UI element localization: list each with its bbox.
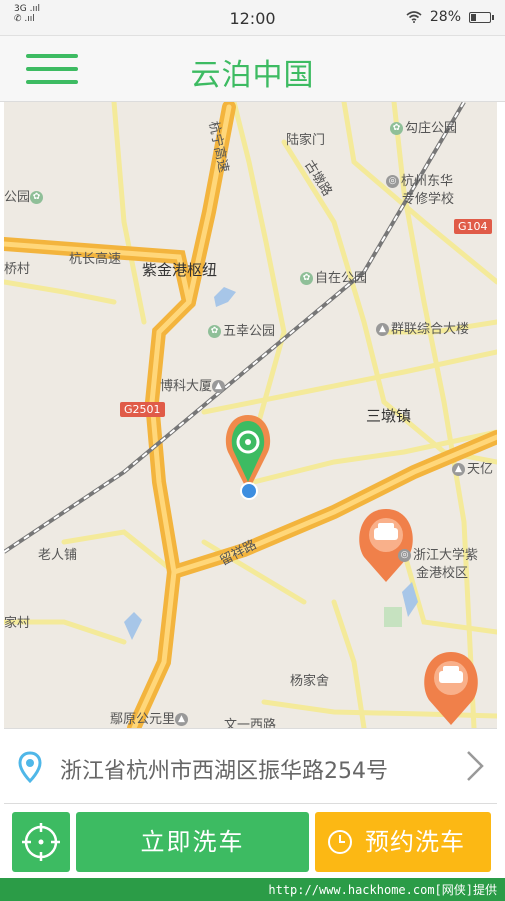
map-label: 杨家舍 [290,674,330,689]
highway-shield: G2501 [120,402,165,417]
park-icon: ✿ [300,272,313,285]
highway-shield: G104 [454,219,492,234]
map-label: 家村 [4,616,31,631]
chevron-right-icon[interactable] [465,749,485,783]
battery-icon [469,11,494,23]
map-label: 公园 ✿ [4,186,45,205]
school-icon: ◎ [386,175,399,188]
clock-icon [328,830,352,854]
map-label: 桥村 [4,262,31,277]
address-text: 浙江省杭州市西湖区振华路254号 [60,759,388,784]
map-label: 专修学校 [402,192,455,207]
map-label: ◎ 杭州东华 [386,170,453,189]
address-bar[interactable]: 浙江省杭州市西湖区振华路254号 [4,728,497,804]
map-label: 金港校区 [416,566,469,581]
status-right: 28% [406,9,494,25]
map-label: ✿ 自在公园 [300,267,367,286]
map-label: 老人铺 [38,548,78,563]
wifi-icon [406,11,422,23]
park-icon: ✿ [390,122,403,135]
building-icon: ▲ [452,463,465,476]
map-view[interactable]: ✿ 勾庄公园 陆家门 古墩路 ◎ 杭州东华 专修学校 G104 公园 ✿ 杭长高速 紫… [4,102,497,728]
map-label: ▲ 群联综合大楼 [376,318,469,337]
map-label: ✿ 勾庄公园 [390,117,457,136]
map-label: ◎ 浙江大学紫 [398,544,478,563]
map-label: 紫金港枢纽 [142,261,218,279]
map-label: 陆家门 [286,133,326,148]
map-label: ▲ 天亿 [452,458,493,477]
map-label: 三墩镇 [366,407,412,425]
building-icon: ▲ [175,713,189,726]
app-title: 云泊中国 [190,58,315,93]
building-icon: ▲ [376,323,389,336]
status-bar: 3G .ııl ✆ .ııl 12:00 28% [0,0,505,36]
map-label: 博科大厦 ▲ [160,375,227,394]
building-icon: ▲ [212,380,226,393]
app-header: 云泊中国 [0,36,505,102]
reserve-wash-label: 预约洗车 [365,828,465,856]
map-label: ✿ 五幸公园 [208,320,275,339]
footer-bar: http://www.hackhome.com[网侠]提供 [0,878,505,901]
action-bar: 立即洗车 预约洗车 [0,804,505,878]
park-icon: ✿ [30,191,44,204]
battery-percent: 28% [429,9,461,25]
map-label: 鄢原公元里 ▲ [110,708,190,727]
park-icon: ✿ [208,325,221,338]
locate-button[interactable] [12,812,70,872]
map-label: 文一西路 [224,718,277,728]
crosshair-icon [22,823,60,861]
reserve-wash-button[interactable]: 预约洗车 [315,812,491,872]
map-label: 杭长高速 [69,252,122,267]
watermark-text: http://www.hackhome.com[网侠]提供 [268,881,497,898]
current-location-marker[interactable] [225,415,271,500]
school-icon: ◎ [398,549,411,562]
wash-now-button[interactable]: 立即洗车 [76,812,309,872]
location-pin-icon [18,751,42,783]
